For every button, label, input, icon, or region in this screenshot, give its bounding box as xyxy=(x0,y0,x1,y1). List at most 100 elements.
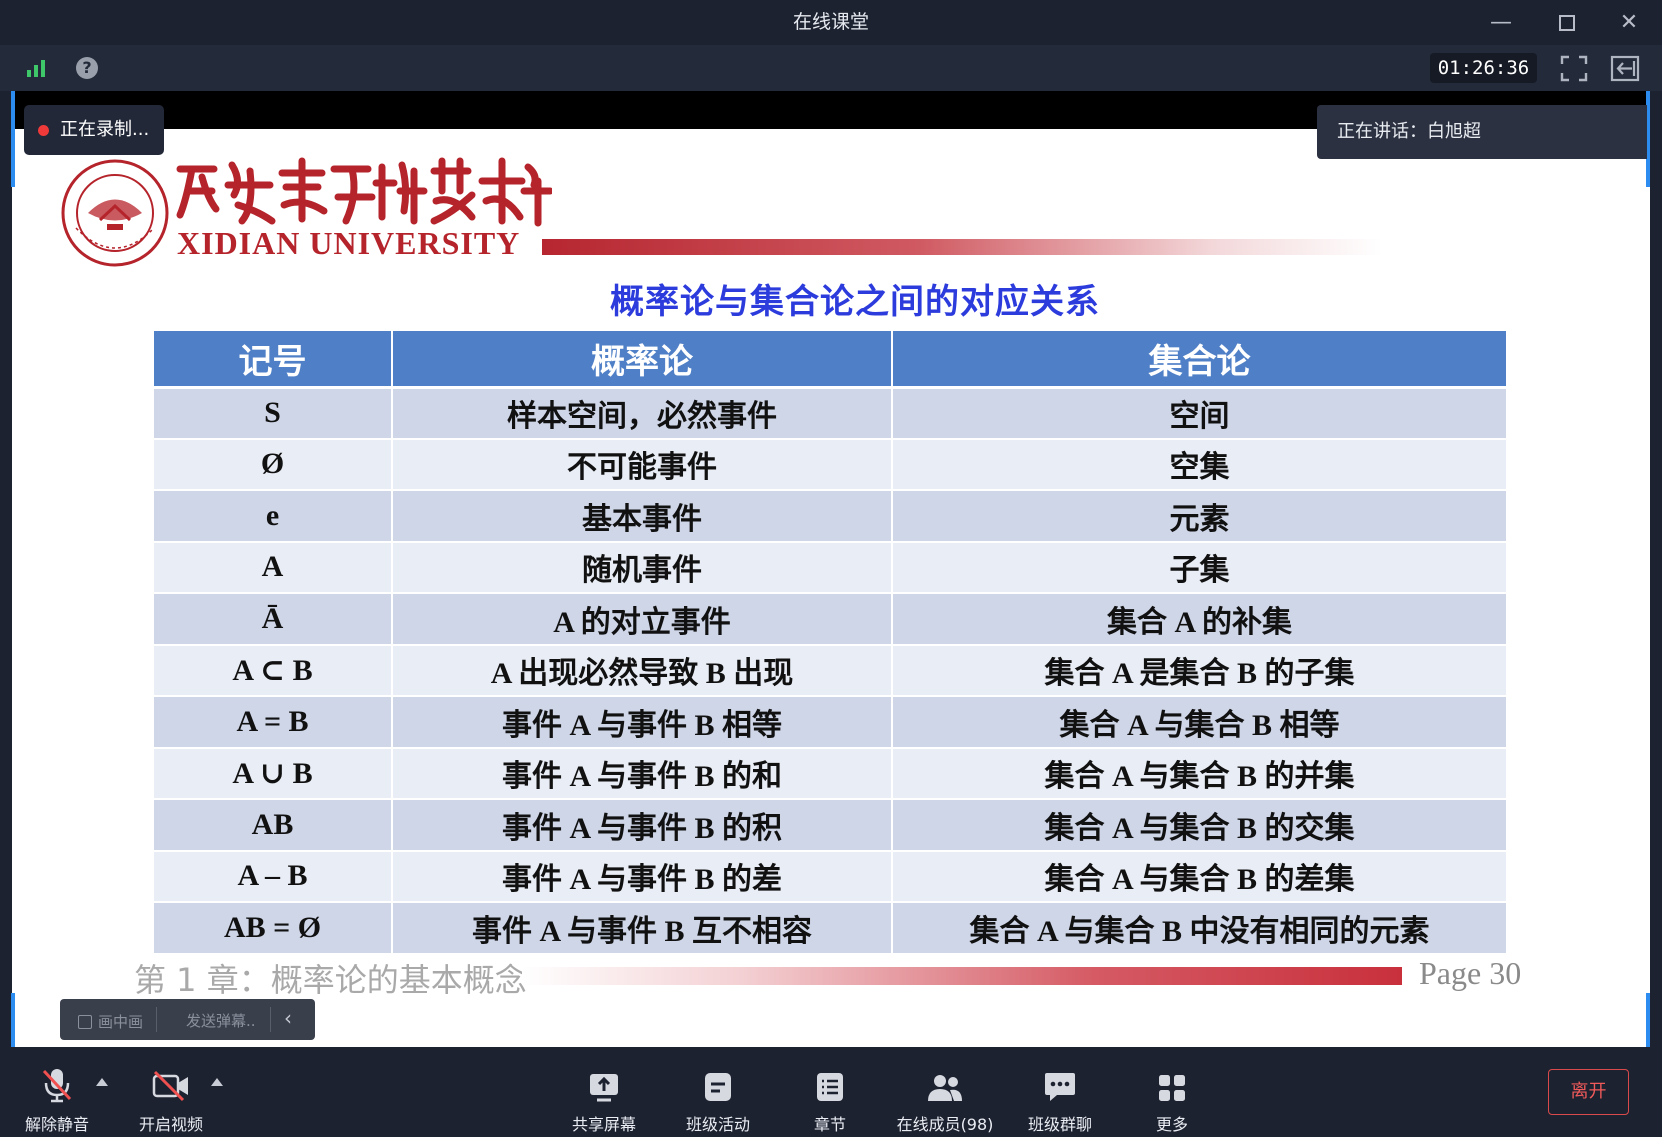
maximize-icon xyxy=(1559,14,1575,31)
symbol-cell: AB xyxy=(154,799,393,852)
set-theory-cell: 集合 A 是集合 B 的子集 xyxy=(892,644,1508,697)
set-theory-cell: 子集 xyxy=(892,541,1508,594)
table-row: ĀA 的对立事件 集合 A 的补集 xyxy=(154,593,1508,646)
audio-options-caret-icon[interactable] xyxy=(96,1078,108,1086)
probability-cell: 事件 A 与事件 B 相等 xyxy=(392,696,893,749)
probability-cell: 事件 A 与事件 B 互不相容 xyxy=(392,902,893,955)
online-members-button[interactable]: 在线成员(98) xyxy=(895,1047,995,1137)
signal-strength-icon[interactable] xyxy=(27,59,47,77)
chapter-list-icon xyxy=(817,1073,843,1101)
table-header-row: 记号 概率论 集合论 xyxy=(154,331,1508,389)
column-header: 集合论 xyxy=(892,331,1508,389)
help-icon[interactable]: ? xyxy=(76,57,98,79)
unmute-label: 解除静音 xyxy=(24,1115,89,1134)
video-options-caret-icon[interactable] xyxy=(211,1078,223,1086)
symbol-cell: Ā xyxy=(154,593,393,646)
leave-button[interactable]: 离开 xyxy=(1548,1069,1629,1115)
class-chat-button[interactable]: 班级群聊 xyxy=(1020,1047,1100,1137)
stage-edge-left xyxy=(11,91,15,187)
divider xyxy=(156,1007,157,1032)
divider xyxy=(270,1007,271,1032)
set-theory-cell: 集合 A 与集合 B 中没有相同的元素 xyxy=(892,902,1508,955)
symbol-cell: A xyxy=(154,541,393,594)
pip-toggle[interactable]: 画中画 xyxy=(78,1011,143,1032)
exit-panel-icon[interactable] xyxy=(1610,55,1640,82)
probability-cell: 随机事件 xyxy=(392,541,893,594)
class-activity-button[interactable]: 班级活动 xyxy=(678,1047,758,1137)
activity-icon xyxy=(705,1073,731,1101)
symbol-cell: A ⊂ B xyxy=(154,644,393,697)
recording-dot-icon xyxy=(38,125,49,136)
table-row: A ⊂ BA 出现必然导致 B 出现 集合 A 是集合 B 的子集 xyxy=(154,644,1508,697)
slide-title: 概率论与集合论之间的对应关系 xyxy=(610,282,1100,322)
window-titlebar: 在线课堂 — ✕ xyxy=(0,0,1662,45)
online-members-label: 在线成员(98) xyxy=(896,1115,994,1134)
chapter-footer: 第 1 章：概率论的基本概念 xyxy=(134,961,527,999)
table-row: AB = Ø 事件 A 与事件 B 互不相容 集合 A 与集合 B 中没有相同的元素 xyxy=(154,902,1508,955)
fullscreen-icon[interactable] xyxy=(1560,55,1588,82)
unmute-button[interactable]: 解除静音 xyxy=(18,1047,96,1137)
stage-edge-right-lower xyxy=(1646,993,1650,1047)
probability-cell: 事件 A 与事件 B 的差 xyxy=(392,850,893,903)
probability-cell: 基本事件 xyxy=(392,490,893,543)
probability-cell: 样本空间，必然事件 xyxy=(392,387,893,440)
symbol-cell: A ∪ B xyxy=(154,747,393,800)
set-theory-cell: 集合 A 与集合 B 的交集 xyxy=(892,799,1508,852)
correspondence-table: 记号 概率论 集合论 S 样本空间，必然事件 空间 Ø 不可能事件 空集 e 基本事件 元素… xyxy=(154,331,1508,955)
chapter-label: 章节 xyxy=(813,1115,846,1134)
close-icon: ✕ xyxy=(1619,10,1639,35)
camera-off-icon xyxy=(152,1070,188,1102)
more-label: 更多 xyxy=(1155,1115,1188,1134)
symbol-cell: AB = Ø xyxy=(154,902,393,955)
set-theory-cell: 集合 A 与集合 B 的差集 xyxy=(892,850,1508,903)
danmu-input[interactable]: 发送弹幕.. xyxy=(186,1010,256,1031)
university-seal-icon xyxy=(61,159,169,267)
window-title: 在线课堂 xyxy=(792,11,869,33)
set-theory-cell: 空集 xyxy=(892,438,1508,491)
set-theory-cell: 元素 xyxy=(892,490,1508,543)
probability-cell: A 出现必然导致 B 出现 xyxy=(392,644,893,697)
table-row: A = B 事件 A 与事件 B 相等 集合 A 与集合 B 相等 xyxy=(154,696,1508,749)
header-rule xyxy=(542,239,1382,255)
collapse-chevron-icon[interactable]: ‹ xyxy=(284,1006,292,1030)
share-screen-label: 共享屏幕 xyxy=(571,1115,636,1134)
probability-cell: 事件 A 与事件 B 的积 xyxy=(392,799,893,852)
probability-cell: 不可能事件 xyxy=(392,438,893,491)
maximize-button[interactable] xyxy=(1538,0,1596,45)
set-theory-cell: 空间 xyxy=(892,387,1508,440)
start-video-button[interactable]: 开启视频 xyxy=(132,1047,210,1137)
members-icon xyxy=(928,1075,962,1101)
probability-cell: A 的对立事件 xyxy=(392,593,893,646)
class-chat-label: 班级群聊 xyxy=(1027,1115,1092,1134)
recording-label: 正在录制... xyxy=(60,119,150,140)
close-button[interactable]: ✕ xyxy=(1600,0,1658,45)
university-calligraphy-logo xyxy=(176,157,552,227)
probability-cell: 事件 A 与事件 B 的和 xyxy=(392,747,893,800)
chat-bubble-icon xyxy=(1045,1073,1075,1101)
symbol-cell: A – B xyxy=(154,850,393,903)
grid-icon xyxy=(1159,1075,1185,1101)
symbol-cell: S xyxy=(154,387,393,440)
stage-edge-left-lower xyxy=(11,993,15,1047)
symbol-cell: e xyxy=(154,490,393,543)
pip-danmu-bar: 画中画 发送弹幕.. ‹ xyxy=(60,999,315,1040)
class-activity-label: 班级活动 xyxy=(685,1115,750,1134)
table-row: Ø 不可能事件 空集 xyxy=(154,438,1508,491)
set-theory-cell: 集合 A 与集合 B 的并集 xyxy=(892,747,1508,800)
column-header: 概率论 xyxy=(392,331,893,389)
video-stage: XIDIAN UNIVERSITY 概率论与集合论之间的对应关系 记号 概率论 … xyxy=(12,91,1650,1047)
set-theory-cell: 集合 A 与集合 B 相等 xyxy=(892,696,1508,749)
share-screen-icon xyxy=(590,1074,618,1102)
university-name-en: XIDIAN UNIVERSITY xyxy=(177,225,521,261)
table-row: A 随机事件 子集 xyxy=(154,541,1508,594)
set-theory-cell: 集合 A 的补集 xyxy=(892,593,1508,646)
table-row: A – B 事件 A 与事件 B 的差 集合 A 与集合 B 的差集 xyxy=(154,850,1508,903)
share-screen-button[interactable]: 共享屏幕 xyxy=(564,1047,644,1137)
table-row: A ∪ B 事件 A 与事件 B 的和 集合 A 与集合 B 的并集 xyxy=(154,747,1508,800)
chapter-button[interactable]: 章节 xyxy=(790,1047,870,1137)
column-header: 记号 xyxy=(154,331,393,389)
top-toolbar: ? 01:26:36 xyxy=(0,45,1662,91)
more-button[interactable]: 更多 xyxy=(1132,1047,1212,1137)
class-timer: 01:26:36 xyxy=(1430,53,1537,83)
minimize-button[interactable]: — xyxy=(1472,0,1530,45)
